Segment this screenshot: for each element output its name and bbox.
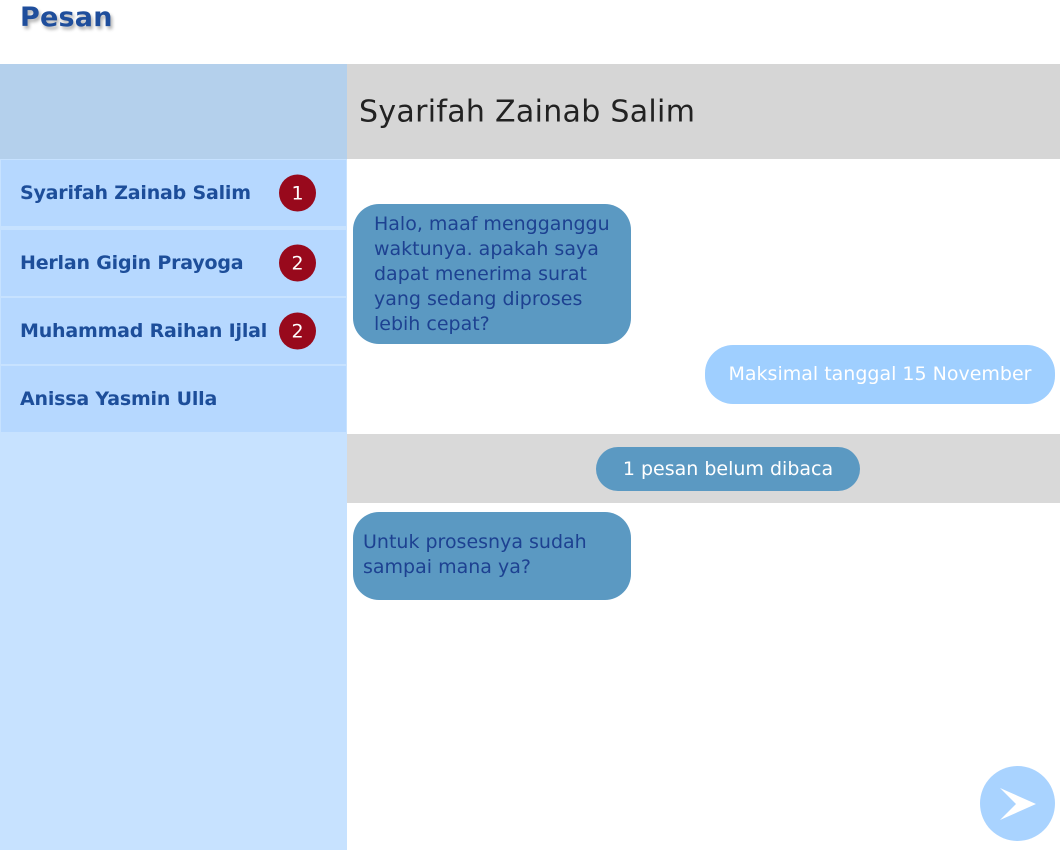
unread-notice: 1 pesan belum dibaca (596, 447, 860, 491)
contact-item-muhammad[interactable]: Muhammad Raihan Ijlal 2 (1, 298, 346, 364)
contact-item-herlan[interactable]: Herlan Gigin Prayoga 2 (1, 230, 346, 296)
contact-item-syarifah[interactable]: Syarifah Zainab Salim 1 (1, 160, 346, 226)
chat-contact-name: Syarifah Zainab Salim (359, 94, 696, 129)
send-button[interactable] (980, 766, 1055, 841)
chevron-right-icon (999, 787, 1036, 820)
page-title: Pesan (20, 2, 113, 33)
message-line: dapat menerima surat (374, 263, 587, 285)
unread-badge: 2 (279, 312, 316, 350)
outgoing-message: Maksimal tanggal 15 November (705, 345, 1055, 404)
contact-item-anissa[interactable]: Anissa Yasmin Ulla (1, 366, 346, 432)
message-line: yang sedang diproses (374, 288, 583, 310)
message-line: Halo, maaf mengganggu (374, 213, 610, 235)
contact-name: Anissa Yasmin Ulla (20, 388, 218, 410)
message-line: lebih cepat? (374, 313, 490, 335)
contact-name: Muhammad Raihan Ijlal (20, 320, 268, 342)
unread-badge: 1 (279, 174, 316, 212)
message-line: sampai mana ya? (363, 556, 531, 578)
sidebar-header (0, 64, 347, 159)
unread-badge: 2 (279, 244, 316, 282)
contact-name: Herlan Gigin Prayoga (20, 252, 244, 274)
chat-header: Syarifah Zainab Salim (347, 64, 1060, 159)
incoming-message: Halo, maaf mengganggu waktunya. apakah s… (353, 204, 631, 344)
contact-name: Syarifah Zainab Salim (20, 182, 251, 204)
incoming-message: Untuk prosesnya sudah sampai mana ya? (353, 512, 631, 600)
message-line: Untuk prosesnya sudah (363, 531, 587, 553)
message-line: waktunya. apakah saya (374, 238, 599, 260)
